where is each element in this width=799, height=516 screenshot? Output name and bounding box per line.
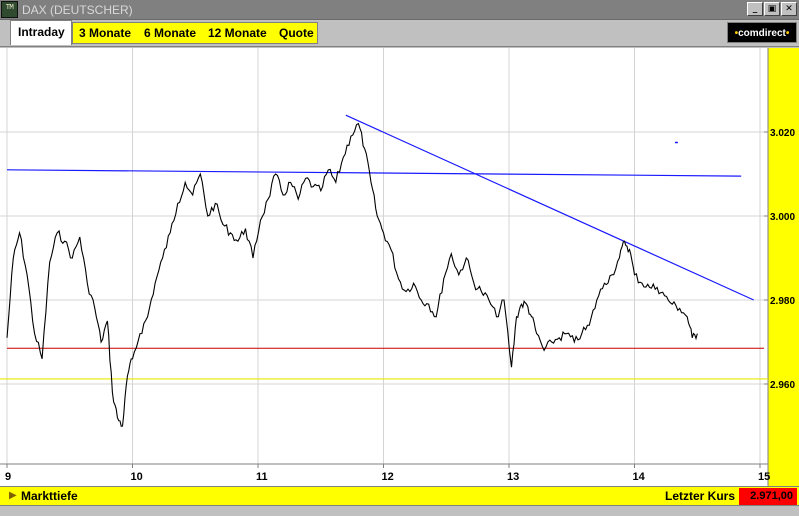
x-tick-label: 12 (382, 471, 394, 483)
title-bar: TM DAX (DEUTSCHER) _ ▣ ✕ (0, 0, 799, 20)
info-bar: ▶ Markttiefe Letzter Kurs 2.971,00 (0, 486, 799, 505)
close-button[interactable]: ✕ (781, 2, 797, 16)
y-tick-label: 2.980 (770, 296, 795, 307)
letzter-kurs-label: Letzter Kurs (665, 489, 736, 503)
tab-intraday[interactable]: Intraday (10, 20, 72, 45)
status-bar (0, 505, 799, 516)
app-icon: TM (1, 1, 18, 18)
period-tab-group: 3 Monate 6 Monate 12 Monate Quote (72, 22, 318, 44)
chart-svg: 9 10 11 12 13 14 15 3.020 3.000 2.980 2.960 (0, 48, 799, 486)
tab-quote[interactable]: Quote (279, 26, 314, 40)
x-tick-label: 9 (5, 471, 11, 483)
tab-12-monate[interactable]: 12 Monate (208, 26, 267, 40)
intraday-chart: 9 10 11 12 13 14 15 3.020 3.000 2.980 2.960 (0, 48, 799, 486)
y-tick-label: 2.960 (770, 380, 795, 391)
x-tick-label: 15 (758, 471, 770, 483)
y-tick-label: 3.000 (770, 212, 795, 223)
logo-text: comdirect (738, 28, 786, 39)
y-axis-panel (768, 48, 799, 486)
x-tick-label: 13 (507, 471, 519, 483)
tab-6-monate[interactable]: 6 Monate (144, 26, 196, 40)
x-tick-label: 10 (131, 471, 143, 483)
y-tick-label: 3.020 (770, 128, 795, 139)
x-tick-label: 11 (256, 471, 268, 483)
x-tick-label: 14 (633, 471, 646, 483)
markttiefe-link[interactable]: Markttiefe (21, 489, 78, 503)
expand-arrow-icon[interactable]: ▶ (9, 490, 17, 501)
tab-3-monate[interactable]: 3 Monate (79, 26, 131, 40)
comdirect-logo: •comdirect• (727, 22, 797, 43)
letzter-kurs-value: 2.971,00 (739, 488, 797, 505)
window-title: DAX (DEUTSCHER) (22, 3, 133, 17)
logo-dot-right: • (785, 28, 790, 39)
period-tab-bar: Intraday 3 Monate 6 Monate 12 Monate Quo… (0, 20, 799, 47)
restore-button[interactable]: ▣ (764, 2, 780, 16)
minimize-button[interactable]: _ (747, 2, 763, 16)
